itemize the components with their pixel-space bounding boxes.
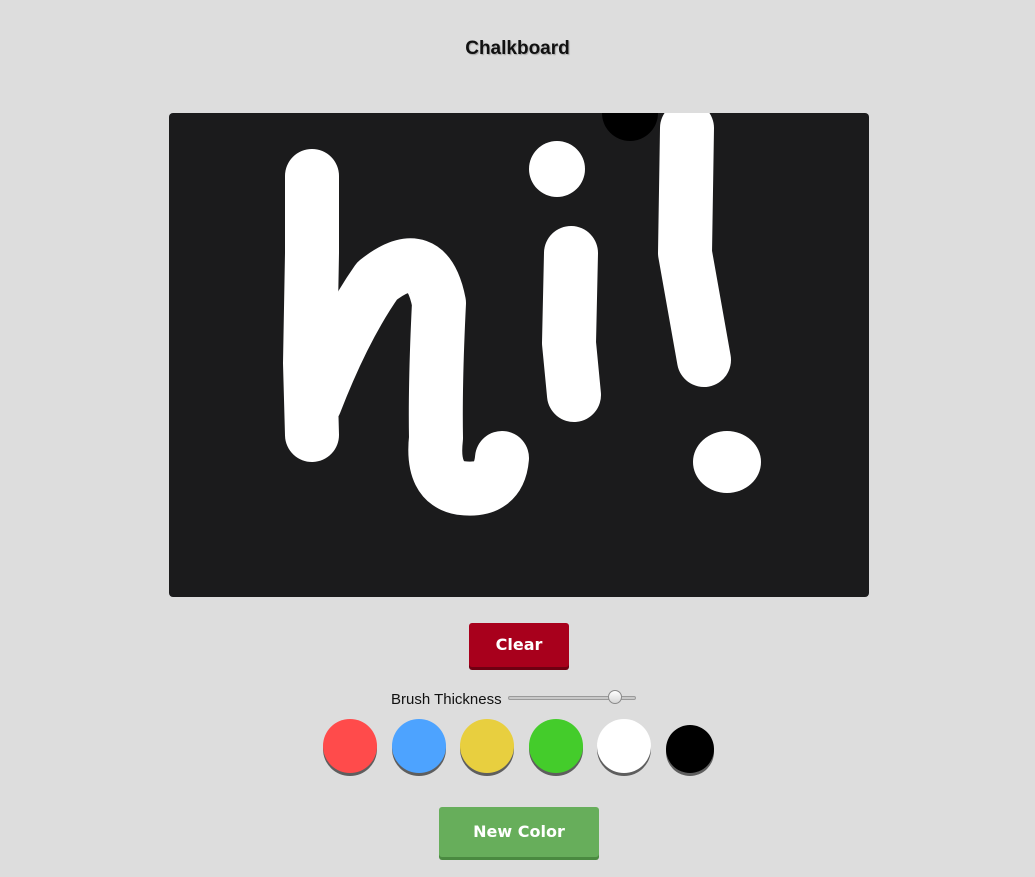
chalkboard-app: Chalkboard Clear Brush Thickness New Col…	[0, 0, 1035, 877]
brush-thickness-label: Brush Thickness	[391, 690, 502, 708]
brush-thickness-control: Brush Thickness	[391, 688, 636, 710]
color-swatch-green[interactable]	[529, 719, 583, 773]
stroke-i-dot	[529, 141, 585, 197]
color-swatch-yellow[interactable]	[460, 719, 514, 773]
color-swatch-red[interactable]	[323, 719, 377, 773]
brush-thickness-slider[interactable]	[507, 688, 636, 710]
color-swatch-white[interactable]	[597, 719, 651, 773]
new-color-button[interactable]: New Color	[439, 807, 599, 857]
slider-thumb[interactable]	[608, 690, 623, 704]
drawing-layer	[283, 113, 761, 516]
stroke-h-arch	[288, 238, 529, 516]
stroke-exclaim-stem	[658, 113, 731, 387]
page-title: Chalkboard	[465, 38, 570, 59]
color-swatch-black[interactable]	[666, 725, 714, 773]
stroke-black-blob	[602, 113, 658, 141]
color-swatch-blue[interactable]	[392, 719, 446, 773]
stroke-exclaim-dot	[693, 431, 761, 493]
clear-button[interactable]: Clear	[469, 623, 569, 667]
chalkboard-canvas[interactable]	[169, 113, 869, 597]
stroke-i-stem	[542, 226, 601, 422]
